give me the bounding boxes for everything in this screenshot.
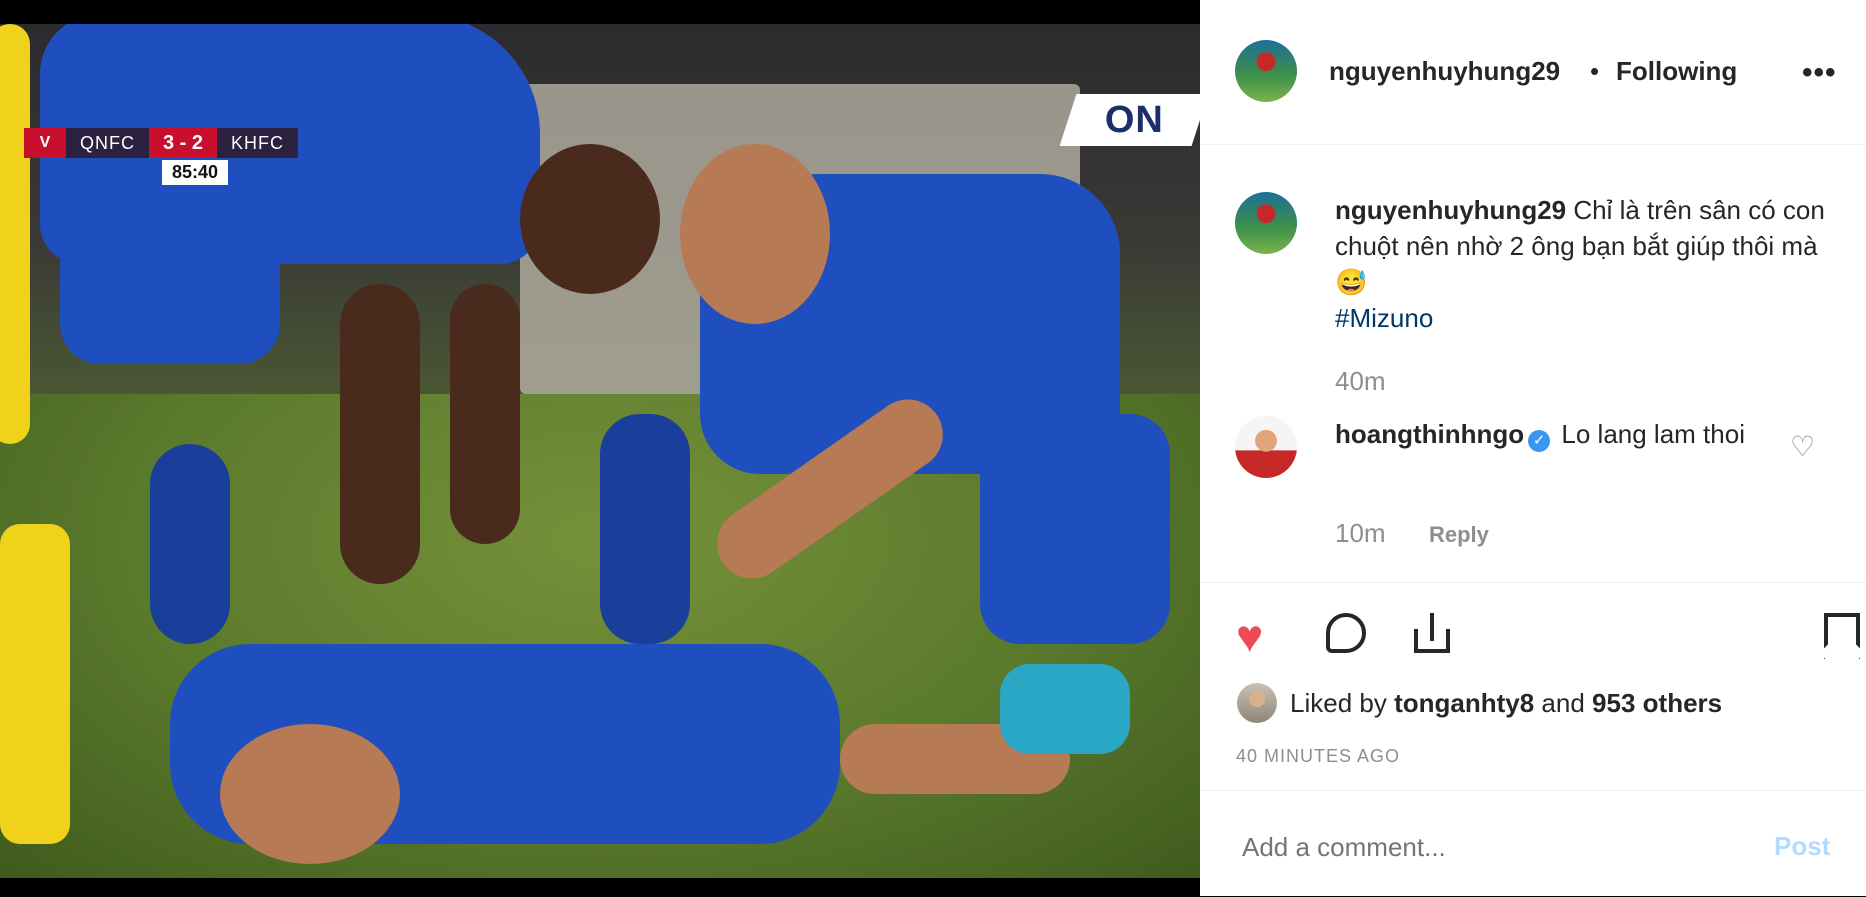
more-options-icon[interactable]: ••• [1802, 56, 1837, 90]
likes-prefix: Liked by [1290, 688, 1387, 718]
league-logo: V [24, 128, 66, 158]
match-clock: 85:40 [162, 160, 229, 185]
comment-like-heart-icon[interactable]: ♡ [1790, 430, 1815, 463]
player-sock-right [600, 414, 690, 644]
add-comment-bar: Post [1200, 790, 1866, 897]
post-panel: nguyenhuyhung29 • Following ••• nguyenhu… [1200, 0, 1866, 896]
match-score: 3 - 2 [149, 128, 218, 158]
reply-button[interactable]: Reply [1429, 522, 1489, 548]
likes-summary[interactable]: Liked by tonganhty8 and 953 others [1290, 688, 1722, 719]
liker-avatar[interactable] [1237, 683, 1277, 723]
comment-icon[interactable] [1326, 613, 1366, 653]
away-team: KHFC [217, 128, 299, 158]
post-timestamp: 40 MINUTES AGO [1236, 746, 1401, 766]
player-arm-left [340, 284, 420, 584]
yellow-player-leg [0, 524, 70, 844]
author-avatar[interactable] [1235, 40, 1297, 102]
share-icon[interactable] [1412, 613, 1452, 653]
player-head-right [680, 144, 830, 324]
player-shorts-left [60, 224, 280, 364]
likes-others[interactable]: 953 others [1592, 688, 1722, 718]
comment-username[interactable]: hoangthinhngo [1335, 419, 1524, 449]
football-photo: V QNFC 3 - 2 KHFC 85:40 ON [0, 24, 1200, 878]
post-button[interactable]: Post [1774, 831, 1830, 862]
broadcaster-logo: ON [1059, 94, 1200, 146]
header-separator: • [1590, 56, 1600, 86]
broadcaster-label: ON [1104, 98, 1164, 141]
comment-time: 10m [1335, 518, 1386, 548]
player-head-left [520, 144, 660, 294]
following-button[interactable]: Following [1616, 56, 1737, 87]
heart-icon[interactable]: ♥ [1236, 613, 1263, 659]
player-boot [1000, 664, 1130, 754]
yellow-player [0, 24, 30, 444]
caption-hashtag[interactable]: #Mizuno [1335, 300, 1825, 336]
liker-username[interactable]: tonganhty8 [1394, 688, 1534, 718]
caption-username[interactable]: nguyenhuyhung29 [1335, 195, 1566, 225]
comment-input[interactable] [1240, 831, 1724, 864]
post-header: nguyenhuyhung29 • Following ••• [1200, 0, 1866, 145]
comment: hoangthinhngo ✓ Lo lang lam thoi [1335, 416, 1775, 452]
caption-avatar[interactable] [1235, 192, 1297, 254]
player-lying-head [220, 724, 400, 864]
player-arm-left-2 [450, 284, 520, 544]
scorebug: V QNFC 3 - 2 KHFC [24, 128, 299, 158]
verified-badge-icon: ✓ [1528, 430, 1551, 452]
caption-time: 40m [1335, 366, 1386, 396]
commenter-avatar[interactable] [1235, 416, 1297, 478]
caption: nguyenhuyhung29 Chỉ là trên sân có con c… [1335, 192, 1825, 336]
action-bar: ♥ [1200, 582, 1866, 663]
comment-text: Lo lang lam thoi [1561, 419, 1745, 449]
bookmark-icon[interactable] [1824, 613, 1860, 659]
player-shorts-right [980, 414, 1170, 644]
author-username[interactable]: nguyenhuyhung29 [1329, 56, 1560, 87]
home-team: QNFC [66, 128, 149, 158]
likes-and: and [1541, 688, 1585, 718]
player-sock-left [150, 444, 230, 644]
post-photo[interactable]: V QNFC 3 - 2 KHFC 85:40 ON [0, 0, 1200, 896]
